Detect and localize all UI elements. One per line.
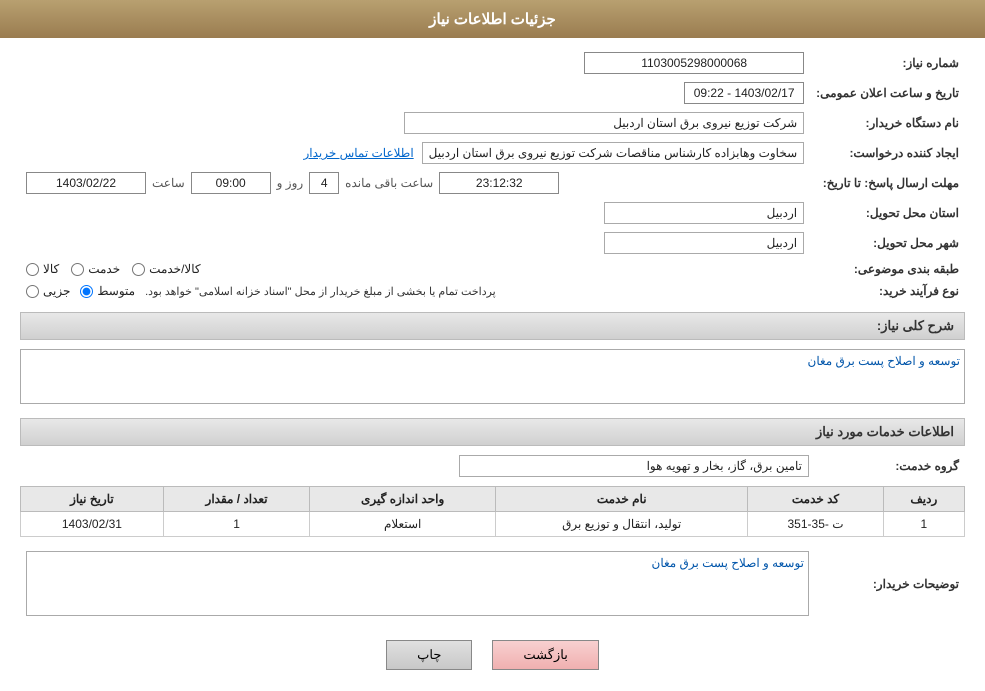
- cell-service-name: تولید، انتقال و توزیع برق: [496, 512, 748, 537]
- back-button[interactable]: بازگشت: [492, 640, 598, 670]
- action-buttons: بازگشت چاپ: [20, 640, 965, 670]
- services-table: ردیف کد خدمت نام خدمت واحد اندازه گیری ت…: [20, 486, 965, 537]
- services-section-title: اطلاعات خدمات مورد نیاز: [20, 418, 965, 446]
- description-value: توسعه و اصلاح پست برق مغان: [20, 349, 965, 404]
- col-unit: واحد اندازه گیری: [310, 487, 496, 512]
- city-value: اردبیل: [604, 232, 804, 254]
- col-service-name: نام خدمت: [496, 487, 748, 512]
- city-label: شهر محل تحویل:: [810, 228, 965, 258]
- contact-link[interactable]: اطلاعات تماس خریدار: [303, 146, 413, 160]
- service-group-label: گروه خدمت:: [815, 451, 965, 481]
- deadline-time-label: ساعت: [152, 176, 185, 190]
- description-section-title: شرح کلی نیاز:: [20, 312, 965, 340]
- cell-row-num: 1: [883, 512, 964, 537]
- cell-unit: استعلام: [310, 512, 496, 537]
- creator-label: ایجاد کننده درخواست:: [810, 138, 965, 168]
- process-desc: پرداخت تمام یا بخشی از مبلغ خریدار از مح…: [145, 285, 496, 298]
- deadline-day-label: روز و: [277, 176, 304, 190]
- announce-date-label: تاریخ و ساعت اعلان عمومی:: [810, 78, 965, 108]
- buyer-desc-label: توضیحات خریدار:: [815, 547, 965, 620]
- category-khedmat[interactable]: خدمت: [71, 262, 120, 276]
- need-number-label: شماره نیاز:: [810, 48, 965, 78]
- deadline-time: 09:00: [191, 172, 271, 194]
- col-date: تاریخ نیاز: [21, 487, 164, 512]
- province-label: استان محل تحویل:: [810, 198, 965, 228]
- buyer-org-value: شرکت توزیع نیروی برق استان اردبیل: [404, 112, 804, 134]
- cell-quantity: 1: [163, 512, 309, 537]
- deadline-date: 1403/02/22: [26, 172, 146, 194]
- col-quantity: تعداد / مقدار: [163, 487, 309, 512]
- col-row-num: ردیف: [883, 487, 964, 512]
- creator-value: سخاوت وهابزاده کارشناس مناقصات شرکت توزی…: [422, 142, 804, 164]
- buyer-org-label: نام دستگاه خریدار:: [810, 108, 965, 138]
- service-group-value: تامین برق، گاز، بخار و تهویه هوا: [459, 455, 809, 477]
- process-label: نوع فرآیند خرید:: [810, 280, 965, 302]
- print-button[interactable]: چاپ: [386, 640, 472, 670]
- need-number-value: 1103005298000068: [584, 52, 804, 74]
- cell-service-code: ت -35-351: [748, 512, 883, 537]
- announce-date-value: 1403/02/17 - 09:22: [684, 82, 804, 104]
- col-service-code: کد خدمت: [748, 487, 883, 512]
- category-label: طبقه بندی موضوعی:: [810, 258, 965, 280]
- process-jozi[interactable]: جزیی: [26, 284, 70, 298]
- table-row: 1 ت -35-351 تولید، انتقال و توزیع برق اس…: [21, 512, 965, 537]
- category-kala[interactable]: کالا: [26, 262, 59, 276]
- category-kala-khedmat[interactable]: کالا/خدمت: [132, 262, 200, 276]
- province-value: اردبیل: [604, 202, 804, 224]
- deadline-label: مهلت ارسال پاسخ: تا تاریخ:: [810, 168, 965, 198]
- deadline-remaining: 23:12:32: [439, 172, 559, 194]
- page-title: جزئیات اطلاعات نیاز: [429, 11, 556, 28]
- page-header: جزئیات اطلاعات نیاز: [0, 0, 985, 38]
- deadline-days: 4: [309, 172, 339, 194]
- process-motavaset[interactable]: متوسط: [80, 284, 135, 298]
- deadline-remaining-label: ساعت باقی مانده: [345, 176, 433, 190]
- buyer-desc-value: توسعه و اصلاح پست برق مغان: [26, 551, 809, 616]
- cell-date: 1403/02/31: [21, 512, 164, 537]
